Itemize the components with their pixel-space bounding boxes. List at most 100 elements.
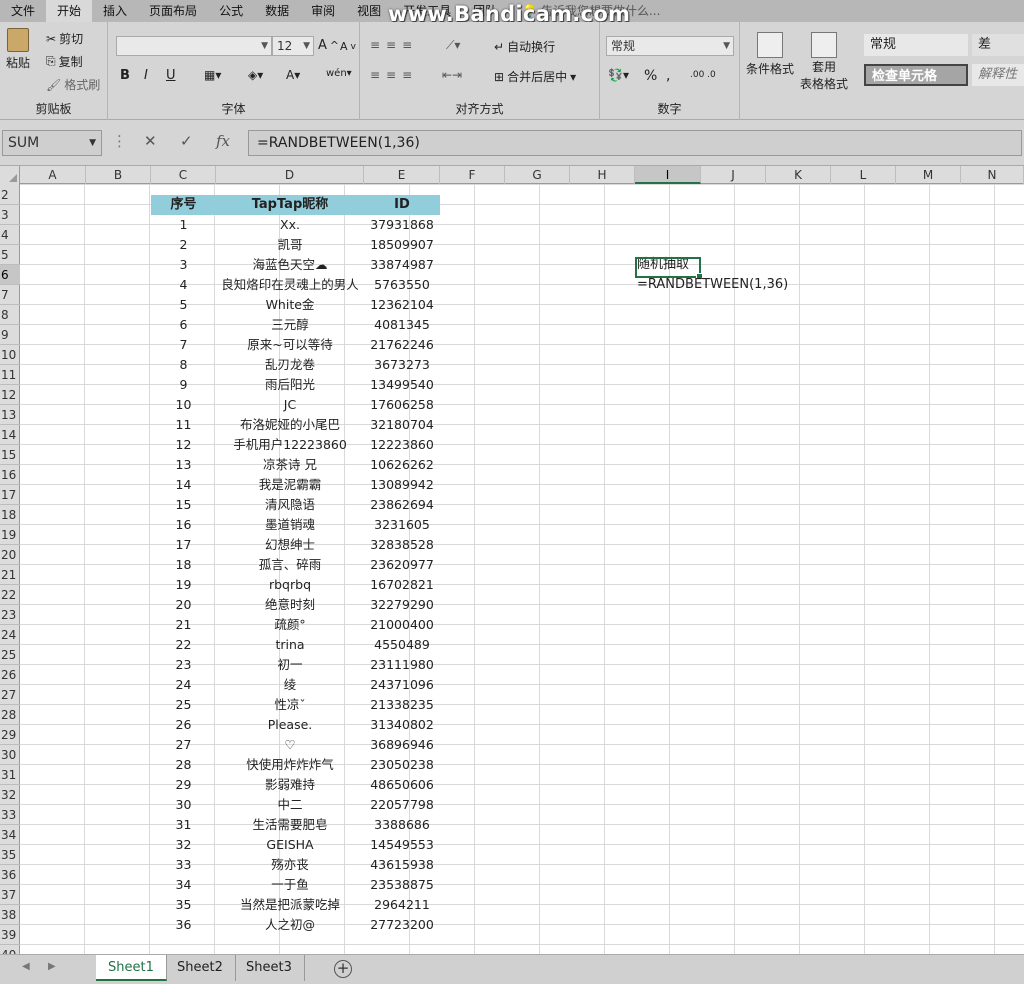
- row-header-20[interactable]: 20: [0, 545, 20, 565]
- currency-icon[interactable]: 💱▾: [608, 68, 629, 82]
- table-cell-nickname[interactable]: 快使用炸炸炸气: [216, 755, 364, 775]
- table-cell-nickname[interactable]: 良知烙印在灵魂上的男人: [216, 275, 364, 295]
- fill-color-icon[interactable]: ◈▾: [248, 68, 263, 82]
- row-header-15[interactable]: 15: [0, 445, 20, 465]
- row-header-14[interactable]: 14: [0, 425, 20, 445]
- table-cell-id[interactable]: 13499540: [364, 375, 440, 395]
- table-cell-seq[interactable]: 28: [151, 755, 216, 775]
- add-sheet-icon[interactable]: +: [334, 960, 352, 978]
- table-cell-seq[interactable]: 35: [151, 895, 216, 915]
- row-header-21[interactable]: 21: [0, 565, 20, 585]
- table-cell-id[interactable]: 23620977: [364, 555, 440, 575]
- row-header-23[interactable]: 23: [0, 605, 20, 625]
- table-cell-seq[interactable]: 25: [151, 695, 216, 715]
- table-cell-seq[interactable]: 1: [151, 215, 216, 235]
- table-cell-nickname[interactable]: 凉茶诗 兄: [216, 455, 364, 475]
- column-header-g[interactable]: G: [505, 166, 570, 184]
- table-cell-id[interactable]: 10626262: [364, 455, 440, 475]
- underline-button[interactable]: U: [166, 68, 176, 83]
- column-header-a[interactable]: A: [20, 166, 86, 184]
- table-cell-seq[interactable]: 22: [151, 635, 216, 655]
- phonetic-icon[interactable]: wén▾: [326, 68, 352, 79]
- table-cell-seq[interactable]: 19: [151, 575, 216, 595]
- number-format-combo[interactable]: 常规 ▼: [606, 36, 734, 56]
- table-cell-seq[interactable]: 6: [151, 315, 216, 335]
- table-cell-id[interactable]: 32279290: [364, 595, 440, 615]
- cut-button[interactable]: ✂ 剪切: [46, 30, 83, 47]
- table-cell-nickname[interactable]: 一于鱼: [216, 875, 364, 895]
- table-cell-seq[interactable]: 17: [151, 535, 216, 555]
- row-header-18[interactable]: 18: [0, 505, 20, 525]
- table-cell-id[interactable]: 4081345: [364, 315, 440, 335]
- paste-button[interactable]: 粘贴: [6, 28, 30, 71]
- table-cell-nickname[interactable]: 布洛妮娅的小尾巴: [216, 415, 364, 435]
- table-cell-id[interactable]: 13089942: [364, 475, 440, 495]
- row-header-6[interactable]: 6: [0, 265, 20, 285]
- table-cell-seq[interactable]: 14: [151, 475, 216, 495]
- table-cell-nickname[interactable]: 当然是把派蒙吃掉: [216, 895, 364, 915]
- name-box[interactable]: SUM ▼: [2, 130, 102, 156]
- table-cell-nickname[interactable]: 幻想绅士: [216, 535, 364, 555]
- row-header-34[interactable]: 34: [0, 825, 20, 845]
- font-name-combo[interactable]: ▼: [116, 36, 272, 56]
- table-cell-seq[interactable]: 21: [151, 615, 216, 635]
- table-cell-seq[interactable]: 18: [151, 555, 216, 575]
- table-cell-seq[interactable]: 5: [151, 295, 216, 315]
- decimal-icon[interactable]: .00 .0: [690, 70, 716, 80]
- tab-page-layout[interactable]: 页面布局: [138, 0, 208, 22]
- table-cell-nickname[interactable]: 三元醇: [216, 315, 364, 335]
- table-cell-seq[interactable]: 32: [151, 835, 216, 855]
- table-cell-seq[interactable]: 23: [151, 655, 216, 675]
- row-header-16[interactable]: 16: [0, 465, 20, 485]
- column-header-i[interactable]: I: [635, 166, 701, 184]
- table-cell-id[interactable]: 21338235: [364, 695, 440, 715]
- table-cell-nickname[interactable]: 孤言、碎雨: [216, 555, 364, 575]
- table-cell-seq[interactable]: 27: [151, 735, 216, 755]
- table-cell-seq[interactable]: 30: [151, 795, 216, 815]
- header-seq[interactable]: 序号: [151, 195, 216, 215]
- table-cell-id[interactable]: 16702821: [364, 575, 440, 595]
- font-color-icon[interactable]: A▾: [286, 68, 300, 82]
- table-cell-nickname[interactable]: trina: [216, 635, 364, 655]
- table-cell-id[interactable]: 23862694: [364, 495, 440, 515]
- row-header-19[interactable]: 19: [0, 525, 20, 545]
- row-header-12[interactable]: 12: [0, 385, 20, 405]
- increase-font-icon[interactable]: A ^: [318, 38, 339, 53]
- table-cell-nickname[interactable]: 绝意时刻: [216, 595, 364, 615]
- table-cell-seq[interactable]: 29: [151, 775, 216, 795]
- table-cell-nickname[interactable]: 疏颜°: [216, 615, 364, 635]
- tab-data[interactable]: 数据: [254, 0, 300, 22]
- merge-center-button[interactable]: ⊞ 合并后居中 ▾: [494, 68, 576, 85]
- table-cell-seq[interactable]: 9: [151, 375, 216, 395]
- table-cell-nickname[interactable]: White金: [216, 295, 364, 315]
- row-header-8[interactable]: 8: [0, 305, 20, 325]
- table-cell-id[interactable]: 23538875: [364, 875, 440, 895]
- table-cell-id[interactable]: 14549553: [364, 835, 440, 855]
- wrap-text-button[interactable]: ↵ 自动换行: [494, 38, 555, 55]
- indent-icon[interactable]: ⇤⇥: [442, 68, 462, 82]
- table-format-button[interactable]: 套用 表格格式: [800, 32, 848, 92]
- table-cell-nickname[interactable]: 人之初@: [216, 915, 364, 935]
- table-cell-seq[interactable]: 20: [151, 595, 216, 615]
- table-cell-seq[interactable]: 3: [151, 255, 216, 275]
- row-header-37[interactable]: 37: [0, 885, 20, 905]
- style-bad[interactable]: 差: [972, 34, 1024, 56]
- table-cell-seq[interactable]: 34: [151, 875, 216, 895]
- tab-file[interactable]: 文件: [0, 0, 46, 22]
- table-cell-id[interactable]: 27723200: [364, 915, 440, 935]
- table-cell-id[interactable]: 3231605: [364, 515, 440, 535]
- column-header-f[interactable]: F: [440, 166, 505, 184]
- column-header-d[interactable]: D: [216, 166, 364, 184]
- table-cell-nickname[interactable]: rbqrbq: [216, 575, 364, 595]
- table-cell-seq[interactable]: 10: [151, 395, 216, 415]
- table-cell-nickname[interactable]: Xx.: [216, 215, 364, 235]
- column-header-c[interactable]: C: [151, 166, 216, 184]
- row-header-39[interactable]: 39: [0, 925, 20, 945]
- table-cell-id[interactable]: 37931868: [364, 215, 440, 235]
- table-cell-id[interactable]: 23111980: [364, 655, 440, 675]
- italic-button[interactable]: I: [144, 68, 148, 83]
- row-header-3[interactable]: 3: [0, 205, 20, 225]
- conditional-format-button[interactable]: 条件格式: [746, 32, 794, 77]
- function-icon[interactable]: fx: [216, 132, 230, 150]
- table-cell-nickname[interactable]: 乱刃龙卷: [216, 355, 364, 375]
